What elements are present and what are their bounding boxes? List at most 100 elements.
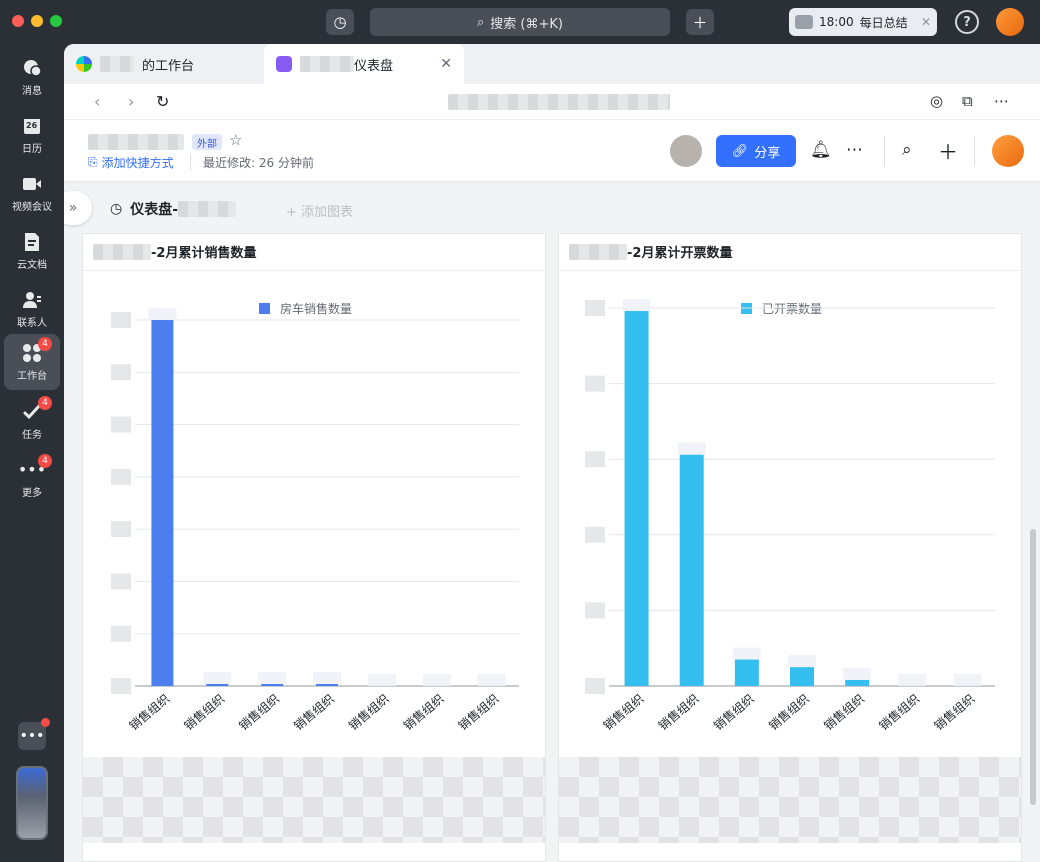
bar[interactable] [316,684,338,686]
x-tick-label: 销售组织 [236,691,282,733]
redacted-tick-label [585,602,605,619]
back-icon[interactable]: ‹ [94,92,100,111]
chart-card-sales[interactable]: -2月累计销售数量 房车销售数量 销售组织 销售组织 销售组织 销售组织 销售组织 销售组… [82,233,546,862]
x-tick-label: 销售组织 [710,691,756,733]
nav-item-calendar[interactable]: 26 日历 [4,108,60,162]
redacted-area [559,757,1021,843]
tab-workplace[interactable]: 的工作台 [64,44,264,84]
bar[interactable] [790,667,814,686]
left-navigation: 消息 26 日历 视频会议 云文档 联系人 4 工作台 4 任务 ••• 4 更… [0,44,64,862]
help-icon[interactable]: ? [955,10,979,34]
global-search-bar[interactable]: ⌕ 搜索 (⌘+K) [370,8,670,36]
bar[interactable] [261,684,284,686]
doc-icon [22,232,42,252]
forward-icon[interactable]: › [128,92,134,111]
last-modified: 最近修改: 26 分钟前 [190,154,314,171]
search-label: 搜索 (⌘+K) [490,16,563,32]
tab-label: 的工作台 [142,58,195,74]
add-chart-button[interactable]: + 添加图表 [286,201,353,220]
chart-title-text: -2月累计销售数量 [151,246,257,261]
search-icon[interactable]: ⌕ [902,140,912,160]
search-icon: ⌕ [477,14,485,30]
history-icon[interactable]: ◷ [326,9,354,35]
nav-item-tasks[interactable]: 4 任务 [4,394,60,448]
bar[interactable] [734,659,759,686]
nav-item-contacts[interactable]: 联系人 [4,282,60,336]
redacted-tick-label [585,678,605,694]
bar[interactable] [151,320,174,686]
bar[interactable] [624,311,649,686]
x-tick-label: 销售组织 [931,691,977,733]
app-thumbnail[interactable] [16,766,48,840]
user-avatar[interactable] [992,135,1024,167]
redacted-title [88,134,184,150]
bar[interactable] [206,683,229,686]
more-icon[interactable]: ⋯ [994,92,1009,110]
scrollbar[interactable] [1030,529,1036,805]
dashboard-title[interactable]: ◷ 仪表盘- [110,199,237,219]
redacted-data-label [953,674,982,686]
task-icon: 4 [22,395,52,422]
bar[interactable] [679,454,704,686]
redacted-tick-label [111,573,131,590]
more-icon[interactable]: ⋯ [846,140,863,160]
chart-title: -2月累计销售数量 [93,242,256,261]
close-icon[interactable]: ✕ [921,15,931,29]
shortcut-label: 添加快捷方式 [101,156,174,170]
minimize-window-button[interactable] [31,15,43,27]
apps-more-icon[interactable]: ••• [18,718,50,750]
nav-item-video[interactable]: 视频会议 [4,166,60,220]
contacts-icon [22,290,42,310]
notification-badge: 4 [38,395,52,410]
calendar-icon: 26 [22,116,42,136]
redacted-text [93,243,151,260]
add-icon[interactable]: ＋ [938,136,958,165]
redacted-tick-label [111,625,131,642]
redacted-data-label [422,674,451,686]
redacted-data-label [367,674,396,686]
x-tick-label: 销售组织 [181,691,227,733]
redacted-tick-label [111,416,131,433]
share-label: 分享 [754,145,781,161]
notification-dot [41,718,50,727]
redacted-text [300,56,354,72]
expand-sidebar-icon[interactable]: » [64,191,92,225]
redacted-tick-label [111,364,131,381]
daily-summary-label: 每日总结 [859,15,908,30]
daily-summary-chip[interactable]: 18:00 每日总结 ✕ [789,8,937,36]
nav-item-messages[interactable]: 消息 [4,50,60,104]
star-icon[interactable]: ☆ [229,131,242,149]
close-icon[interactable]: ✕ [440,56,452,72]
redacted-data-label [313,672,341,684]
nav-item-docs[interactable]: 云文档 [4,224,60,278]
compass-icon[interactable]: ◎ [930,92,943,110]
zoom-window-button[interactable] [50,15,62,27]
user-avatar[interactable] [996,8,1024,36]
daily-summary-icon [795,15,813,29]
add-icon[interactable]: ＋ [686,9,714,35]
tab-dashboard[interactable]: 仪表盘 ✕ [264,44,464,84]
nav-label: 工作台 [17,370,47,382]
nav-label: 更多 [22,487,42,499]
chart-card-invoices[interactable]: -2月累计开票数量 已开票数量 销售组织 销售组织 销售组织 销售组织 销售组织 销售组织… [558,233,1022,862]
open-window-icon[interactable]: ⧉ [962,92,973,110]
window-titlebar: ◷ ⌕ 搜索 (⌘+K) ＋ 18:00 每日总结 ✕ ? [0,0,1040,44]
refresh-icon[interactable]: ↻ [156,92,169,111]
dashboard-icon: ◷ [110,201,123,217]
bar[interactable] [845,679,870,686]
nav-item-workplace[interactable]: 4 工作台 [4,334,60,390]
share-button[interactable]: 🔗︎ 分享 [716,135,796,167]
workplace-icon: 4 [22,336,52,363]
redacted-data-label [732,647,761,660]
x-tick-label: 销售组织 [400,691,446,733]
add-shortcut-link[interactable]: ⎘ 添加快捷方式 [88,154,174,171]
collaborator-avatar [670,135,702,167]
notification-badge: 4 [38,453,52,468]
redacted-text [178,201,237,217]
daily-summary-time: 18:00 [819,15,854,29]
close-window-button[interactable] [12,15,24,27]
nav-item-more[interactable]: ••• 4 更多 [4,452,60,506]
redacted-data-label [788,655,816,668]
tab-bar: 的工作台 仪表盘 ✕ [64,44,1040,84]
bell-icon[interactable]: 🔔︎ [810,140,832,160]
